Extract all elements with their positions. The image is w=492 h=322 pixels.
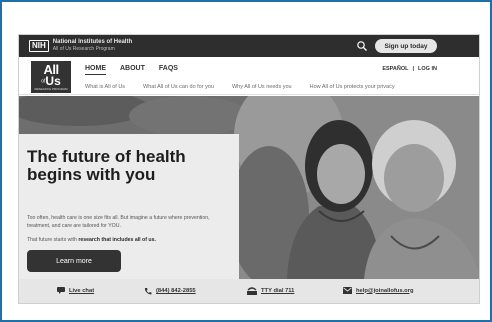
hero-research-prefix: That future starts with — [27, 237, 77, 243]
hero-research-bold: research that includes all of us. — [78, 237, 156, 243]
logo-of-us: ofUs — [31, 74, 71, 88]
tty-link[interactable]: TTY dial 711 — [247, 287, 294, 295]
logo-us: Us — [45, 74, 61, 88]
screenshot-frame: NIH National Institutes of Health All of… — [0, 0, 492, 322]
email-link[interactable]: help@joinallofus.org — [343, 287, 414, 294]
org-name: National Institutes of Health — [52, 39, 133, 45]
sign-up-button[interactable]: Sign up today — [375, 39, 437, 53]
chat-icon — [57, 287, 65, 294]
login-link[interactable]: LOG IN — [418, 66, 437, 72]
nav-item-home[interactable]: HOME — [85, 65, 106, 75]
search-icon[interactable] — [356, 40, 368, 52]
nih-logo[interactable]: NIH — [29, 40, 49, 52]
hero-body-text: Too often, health care is one size fits … — [27, 215, 210, 229]
live-chat-label: Live chat — [69, 287, 95, 294]
phone-label: (844) 842-2855 — [156, 288, 196, 294]
subnav-privacy[interactable]: How All of Us protects your privacy — [310, 84, 395, 90]
webpage: NIH National Institutes of Health All of… — [18, 34, 480, 304]
nav-item-faqs[interactable]: FAQS — [159, 65, 178, 75]
hero-research-text: That future starts with research that in… — [27, 237, 156, 243]
espanol-link[interactable]: ESPAÑOL — [382, 66, 408, 72]
nav-utility: ESPAÑOL | LOG IN — [382, 66, 437, 72]
email-label: help@joinallofus.org — [356, 287, 414, 294]
subnav-what-can-do[interactable]: What All of Us can do for you — [143, 84, 214, 90]
nav-separator: | — [412, 66, 415, 72]
hero-text-panel: The future of health begins with you Too… — [19, 134, 239, 279]
phone-link[interactable]: (844) 842-2855 — [144, 287, 196, 295]
main-navigation: All ofUs RESEARCH PROGRAM HOME ABOUT FAQ… — [19, 57, 479, 95]
mail-icon — [343, 287, 352, 294]
program-name: All of Us Research Program — [52, 46, 115, 52]
nih-top-bar: NIH National Institutes of Health All of… — [19, 35, 479, 57]
tty-label: TTY dial 711 — [261, 288, 295, 294]
learn-more-button[interactable]: Learn more — [27, 250, 121, 272]
all-of-us-logo[interactable]: All ofUs RESEARCH PROGRAM — [31, 61, 71, 93]
nav-item-about[interactable]: ABOUT — [120, 65, 145, 75]
nih-org-text: National Institutes of Health All of Us … — [53, 39, 132, 53]
subnav-why-needs[interactable]: Why All of Us needs you — [232, 84, 292, 90]
nav-primary: HOME ABOUT FAQS — [85, 65, 178, 75]
live-chat-link[interactable]: Live chat — [57, 287, 94, 294]
contact-bar: Live chat (844) 842-2855 TTY dial 711 he… — [19, 279, 479, 303]
hero-section: The future of health begins with you Too… — [19, 96, 479, 279]
logo-subtitle: RESEARCH PROGRAM — [34, 87, 68, 92]
phone-icon — [144, 288, 152, 295]
nav-secondary: What is All of Us What All of Us can do … — [85, 84, 395, 90]
hero-headline: The future of health begins with you — [27, 147, 186, 184]
subnav-what-is[interactable]: What is All of Us — [85, 84, 125, 90]
tty-icon — [247, 287, 257, 295]
